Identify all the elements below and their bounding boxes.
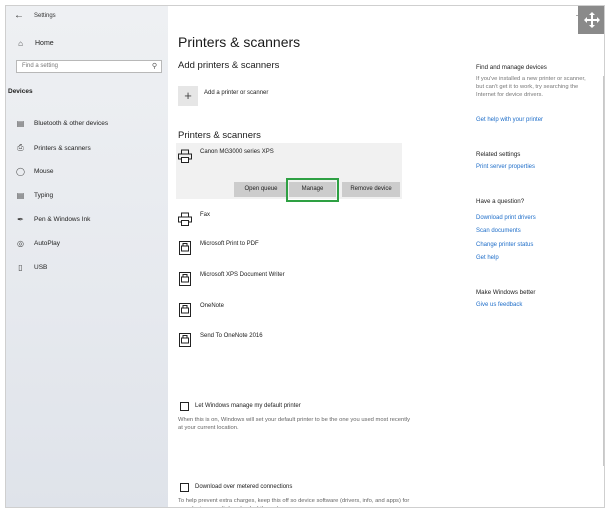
printers-heading: Printers & scanners [178,130,261,141]
windows-better-heading: Make Windows better [476,289,536,296]
printer-item-pdf[interactable]: Microsoft Print to PDF [178,241,259,255]
printer-icon: ⎙ [17,143,24,152]
usb-icon: ▯ [18,263,23,272]
autoplay-icon: ◎ [17,239,24,248]
printer-item-canon[interactable]: Canon MG3000 series XPS [178,149,274,163]
sidebar-item-autoplay[interactable]: ◎ AutoPlay [16,239,60,248]
find-devices-heading: Find and manage devices [476,64,547,71]
remove-device-button[interactable]: Remove device [342,182,400,197]
move-icon[interactable] [578,6,604,34]
mouse-icon: ◯ [16,167,25,176]
sidebar-item-bluetooth[interactable]: ▤ Bluetooth & other devices [16,119,108,128]
main-content: – Printers & scanners Add printers & sca… [168,6,604,507]
printer-name: Canon MG3000 series XPS [200,149,274,155]
nav-home-label: Home [35,40,54,47]
sidebar-item-pen[interactable]: ✒ Pen & Windows Ink [16,215,90,224]
sidebar-item-usb[interactable]: ▯ USB [16,263,47,272]
document-printer-icon [179,303,191,317]
section-title-devices: Devices [8,88,33,95]
nav-home[interactable]: ⌂ Home [16,39,54,48]
sidebar-item-printers[interactable]: ⎙ Printers & scanners [16,143,91,153]
page-title: Printers & scanners [178,34,301,50]
add-printer-label[interactable]: Add a printer or scanner [204,90,268,96]
default-printer-label: Let Windows manage my default printer [195,403,301,409]
printer-icon [178,212,192,226]
printer-name: Send To OneNote 2016 [200,333,263,339]
sidebar-item-label: Printers & scanners [34,144,91,152]
printer-item-onenote[interactable]: OneNote [178,303,224,317]
related-settings-heading: Related settings [476,151,521,158]
find-devices-text: If you've installed a new printer or sca… [476,76,586,98]
scan-documents-link[interactable]: Scan documents [476,228,521,234]
sidebar-item-label: USB [34,264,48,271]
manage-highlight [286,178,339,202]
sidebar-item-label: Typing [34,192,54,199]
document-printer-icon [179,241,191,255]
home-icon: ⌂ [18,39,23,48]
printer-name: Microsoft Print to PDF [200,241,259,247]
sidebar-item-label: Pen & Windows Ink [34,216,91,223]
search-input[interactable]: Find a setting ⚲ [16,60,162,73]
settings-window: ← Settings ⌂ Home Find a setting ⚲ Devic… [5,5,605,508]
default-printer-help: When this is on, Windows will set your d… [178,417,410,431]
printer-name: Fax [200,212,211,218]
app-title: Settings [34,12,56,19]
printer-item-fax[interactable]: Fax [178,212,210,226]
sidebar-item-mouse[interactable]: ◯ Mouse [16,167,54,176]
sidebar: ← Settings ⌂ Home Find a setting ⚲ Devic… [6,6,168,507]
print-server-link[interactable]: Print server properties [476,164,535,170]
metered-help: To help prevent extra charges, keep this… [178,498,410,507]
feedback-link[interactable]: Give us feedback [476,302,522,308]
printer-item-xps[interactable]: Microsoft XPS Document Writer [178,272,285,286]
printer-name: Microsoft XPS Document Writer [200,272,285,278]
back-arrow-icon[interactable]: ← [14,10,24,21]
document-printer-icon [179,333,191,347]
open-queue-button[interactable]: Open queue [234,182,288,197]
document-printer-icon [179,272,191,286]
sidebar-item-label: Bluetooth & other devices [34,120,109,127]
download-drivers-link[interactable]: Download print drivers [476,215,536,221]
add-printer-button[interactable]: + [178,86,198,106]
keyboard-icon: ▤ [16,191,25,200]
add-heading: Add printers & scanners [178,60,280,71]
search-placeholder: Find a setting [22,63,59,69]
sidebar-item-typing[interactable]: ▤ Typing [16,191,53,200]
default-printer-checkbox[interactable] [180,402,189,411]
printer-status-link[interactable]: Change printer status [476,242,533,248]
get-help-link[interactable]: Get help [476,255,499,261]
sidebar-item-label: AutoPlay [34,240,61,247]
printer-item-onenote-2016[interactable]: Send To OneNote 2016 [178,333,263,347]
metered-checkbox[interactable] [180,483,189,492]
printer-icon [178,149,192,163]
printer-name: OneNote [200,303,225,309]
title-bar: ← Settings [14,10,56,21]
question-heading: Have a question? [476,198,525,205]
metered-label: Download over metered connections [195,484,293,490]
sidebar-item-label: Mouse [34,168,54,175]
scrollbar[interactable] [603,76,604,466]
help-printer-link[interactable]: Get help with your printer [476,117,543,123]
pen-icon: ✒ [17,215,24,224]
search-icon[interactable]: ⚲ [152,62,157,70]
keyboard-icon: ▤ [16,119,25,128]
